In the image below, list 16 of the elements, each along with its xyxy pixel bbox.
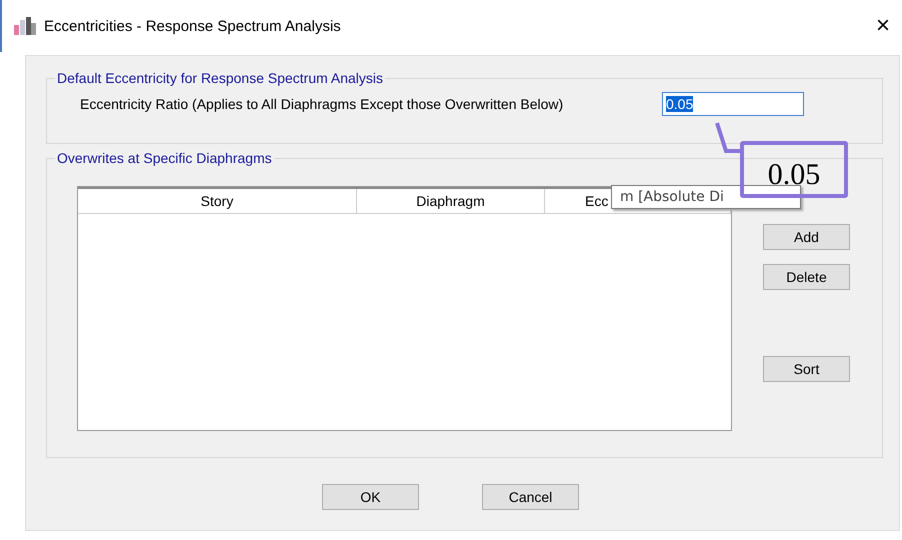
- dialog-button[interactable]: Cancel: [482, 484, 579, 510]
- tooltip: m [Absolute Di: [611, 185, 801, 209]
- close-button[interactable]: ×: [872, 12, 894, 40]
- column-header: Diaphragm: [357, 189, 545, 213]
- window-title: Eccentricities - Response Spectrum Analysis: [44, 18, 341, 34]
- column-header: Story: [78, 189, 357, 213]
- dialog-button[interactable]: OK: [322, 484, 419, 510]
- group-title: Default Eccentricity for Response Spectrum Analysis: [56, 70, 384, 86]
- side-button[interactable]: Sort: [763, 356, 850, 382]
- eccentricity-ratio-field[interactable]: 0.05: [662, 92, 804, 116]
- side-button[interactable]: Delete: [763, 264, 850, 290]
- app-icon: [14, 17, 36, 35]
- callout-label: 0.05: [740, 141, 848, 198]
- field-label: Eccentricity Ratio (Applies to All Diaphragms Except those Overwritten Below): [80, 96, 564, 112]
- side-button[interactable]: Add: [763, 224, 850, 250]
- group-title: Overwrites at Specific Diaphragms: [56, 150, 273, 166]
